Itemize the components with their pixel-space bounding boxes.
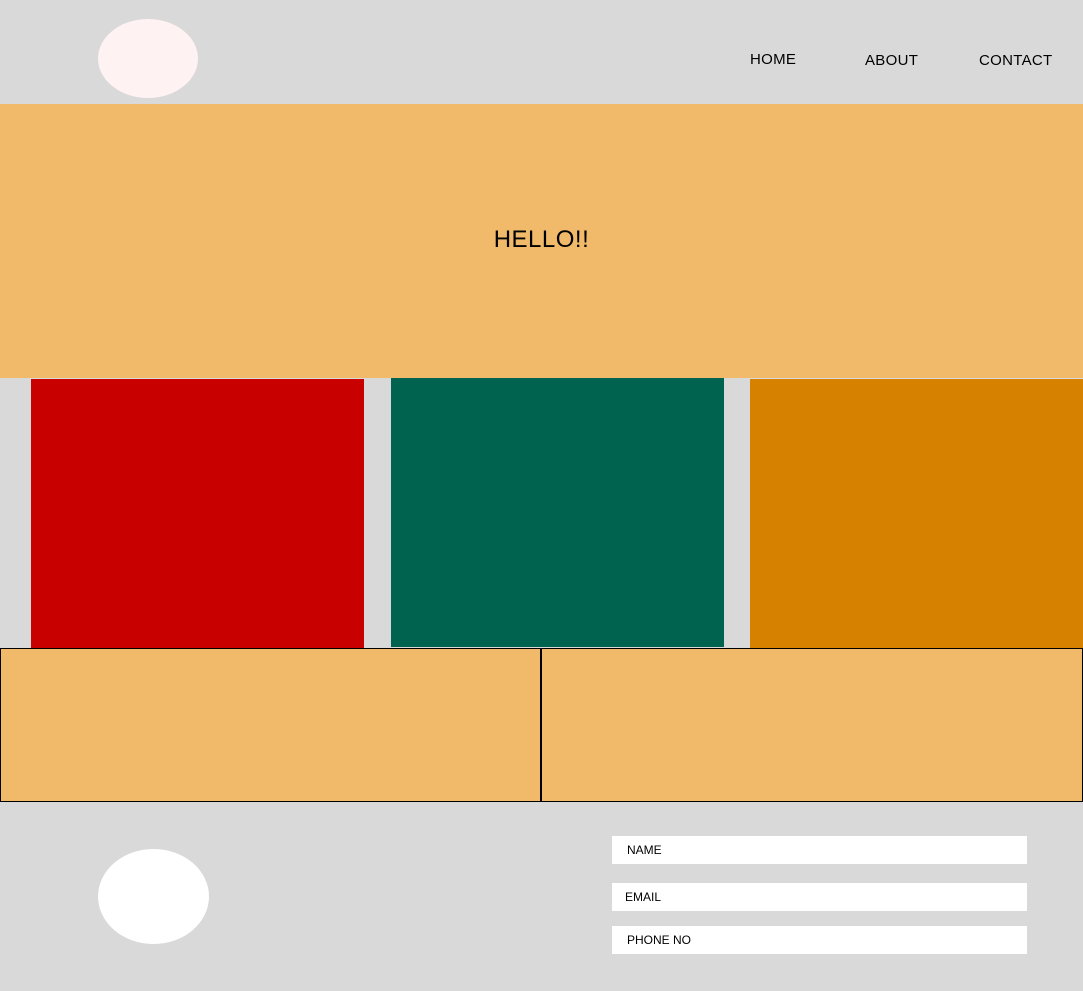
panel-left [0,648,541,802]
nav-link-home[interactable]: HOME [750,51,796,68]
header: HOME ABOUT CONTACT [0,0,1083,104]
phone-field[interactable] [612,926,1027,954]
hero-title: HELLO!! [493,226,590,253]
nav-link-contact[interactable]: CONTACT [979,52,1052,69]
card-green [391,378,724,647]
name-field[interactable] [612,836,1027,864]
email-field[interactable] [612,883,1027,911]
hero-banner: HELLO!! [0,104,1083,378]
panel-right [541,648,1083,802]
logo[interactable] [98,19,198,98]
card-orange [750,379,1083,648]
nav-link-about[interactable]: ABOUT [865,52,918,69]
footer [0,802,1083,991]
card-red [31,379,364,648]
footer-logo [98,849,209,944]
